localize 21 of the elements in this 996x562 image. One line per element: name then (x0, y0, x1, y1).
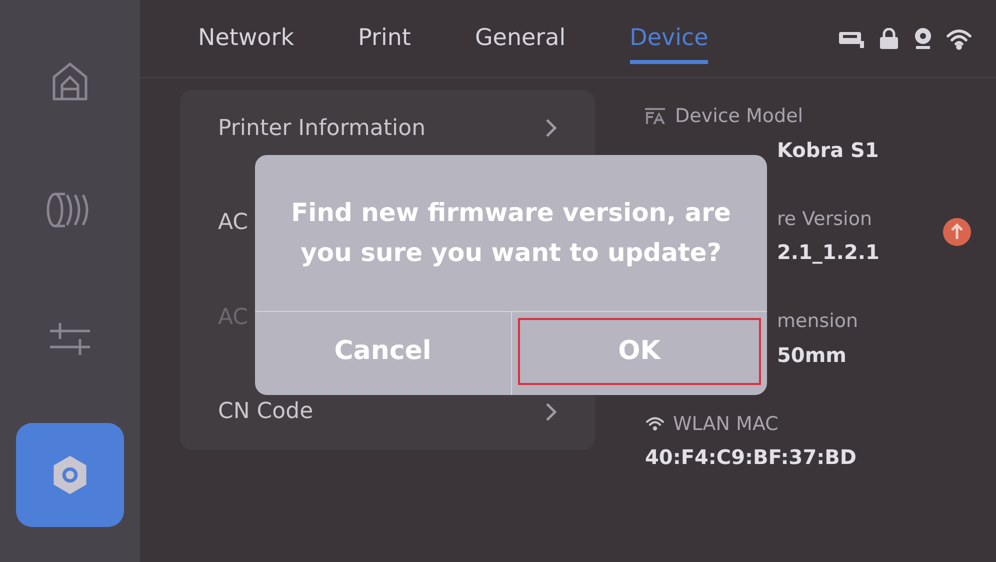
info-value: 2.1_1.2.1 (777, 239, 880, 266)
lock-icon (878, 28, 900, 50)
sidebar-item[interactable] (16, 422, 124, 526)
info-value: 40:F4:C9:BF:37:BD (645, 444, 856, 471)
tab[interactable]: Network (198, 13, 294, 64)
info-value: 50mm (777, 342, 847, 368)
menu-item[interactable]: Printer Information (180, 98, 595, 158)
model-icon (645, 108, 667, 124)
chevron-icon (545, 402, 557, 422)
info-label: mension (777, 309, 858, 334)
wifi-icon (946, 28, 972, 50)
info-label: re Version (777, 206, 872, 232)
info-label: Device Model (675, 104, 804, 129)
dialog-message: Find new firmware version, are you sure you want to update? (290, 197, 732, 269)
wifi-icon (645, 416, 665, 432)
webcam-icon (912, 26, 934, 50)
tab[interactable]: General (474, 13, 566, 64)
info-value: Kobra S1 (777, 136, 879, 164)
tab[interactable]: Print (358, 13, 411, 64)
info-label: WLAN MAC (673, 412, 778, 436)
chevron-icon (545, 118, 557, 138)
